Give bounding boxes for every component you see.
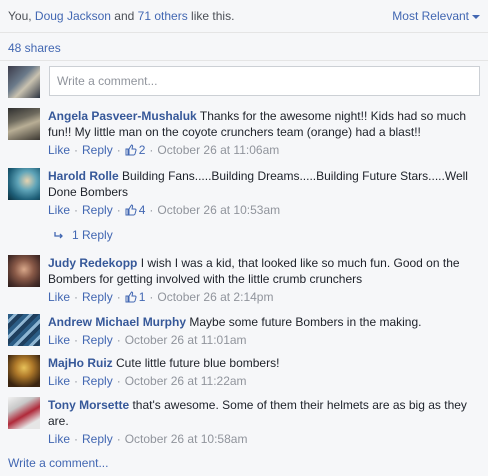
like-button[interactable]: Like	[48, 332, 70, 348]
reactions-summary: You, Doug Jackson and 71 others like thi…	[8, 6, 480, 26]
like-button[interactable]: Like	[48, 289, 70, 305]
comment-body: MajHo Ruiz Cute little future blue bombe…	[48, 355, 480, 389]
others-link[interactable]: 71 others	[138, 9, 188, 23]
likes-text: You, Doug Jackson and 71 others like thi…	[8, 9, 235, 23]
comment-actions: Like · Reply · 4 · October 26 at 10:53am	[48, 202, 281, 218]
comment-author[interactable]: Judy Redekopp	[48, 256, 137, 270]
avatar[interactable]	[8, 355, 40, 387]
comment-text: Maybe some future Bombers in the making.	[189, 315, 422, 329]
comment-body: Harold Rolle Building Fans.....Building …	[48, 168, 480, 218]
comment-timestamp[interactable]: October 26 at 10:53am	[157, 202, 280, 218]
thumbs-up-icon	[125, 291, 137, 303]
comment-body: Angela Pasveer-Mushaluk Thanks for the a…	[48, 108, 480, 158]
comment-body: Tony Morsette that's awesome. Some of th…	[48, 397, 480, 447]
chevron-down-icon	[472, 15, 480, 19]
avatar	[8, 66, 40, 98]
comment-timestamp[interactable]: October 26 at 11:06am	[157, 142, 279, 158]
comment: MajHo Ruiz Cute little future blue bombe…	[8, 355, 480, 389]
divider	[0, 32, 488, 33]
reply-button[interactable]: Reply	[82, 289, 113, 305]
comment-author[interactable]: MajHo Ruiz	[48, 356, 113, 370]
comment-author[interactable]: Tony Morsette	[48, 398, 129, 412]
comment-actions: Like · Reply · 2 · October 26 at 11:06am	[48, 142, 280, 158]
thumbs-up-icon	[125, 144, 137, 156]
comment-actions: Like · Reply · 1 · October 26 at 2:14pm	[48, 289, 274, 305]
comment-timestamp[interactable]: October 26 at 2:14pm	[157, 289, 273, 305]
comment-timestamp[interactable]: October 26 at 11:01am	[125, 332, 247, 348]
comment-author[interactable]: Angela Pasveer-Mushaluk	[48, 109, 197, 123]
comment-timestamp[interactable]: October 26 at 11:22am	[125, 373, 247, 389]
comment-author[interactable]: Andrew Michael Murphy	[48, 315, 186, 329]
write-comment-link[interactable]: Write a comment...	[8, 456, 108, 470]
divider	[0, 60, 488, 61]
comment: Angela Pasveer-Mushaluk Thanks for the a…	[8, 108, 480, 158]
view-replies-link[interactable]: 1 Reply	[54, 228, 113, 242]
like-button[interactable]: Like	[48, 202, 70, 218]
like-count[interactable]: 2	[125, 142, 145, 158]
comment-input[interactable]: Write a comment...	[49, 66, 480, 96]
avatar[interactable]	[8, 255, 40, 287]
like-button[interactable]: Like	[48, 373, 70, 389]
comment: Andrew Michael Murphy Maybe some future …	[8, 314, 480, 348]
like-count[interactable]: 4	[125, 202, 145, 218]
avatar[interactable]	[8, 397, 40, 429]
like-button[interactable]: Like	[48, 142, 70, 158]
comment-timestamp[interactable]: October 26 at 10:58am	[125, 431, 248, 447]
comment-body: Andrew Michael Murphy Maybe some future …	[48, 314, 480, 348]
comment-text: Cute little future blue bombers!	[116, 356, 280, 370]
comment-body: Judy Redekopp I wish I was a kid, that l…	[48, 255, 480, 305]
comment-actions: Like · Reply · October 26 at 11:22am	[48, 373, 247, 389]
avatar[interactable]	[8, 168, 40, 200]
like-count[interactable]: 1	[125, 289, 145, 305]
comment-composer: Write a comment...	[8, 66, 480, 98]
reply-button[interactable]: Reply	[82, 332, 113, 348]
avatar[interactable]	[8, 108, 40, 140]
reply-button[interactable]: Reply	[82, 142, 113, 158]
liker-link[interactable]: Doug Jackson	[35, 9, 111, 23]
comment-actions: Like · Reply · October 26 at 11:01am	[48, 332, 247, 348]
reply-button[interactable]: Reply	[82, 431, 113, 447]
comment: Harold Rolle Building Fans.....Building …	[8, 168, 480, 218]
comment: Judy Redekopp I wish I was a kid, that l…	[8, 255, 480, 305]
avatar[interactable]	[8, 314, 40, 346]
thumbs-up-icon	[125, 204, 137, 216]
sort-dropdown[interactable]: Most Relevant	[392, 9, 480, 23]
like-button[interactable]: Like	[48, 431, 70, 447]
sort-label: Most Relevant	[392, 9, 469, 23]
comment: Tony Morsette that's awesome. Some of th…	[8, 397, 480, 447]
comment-actions: Like · Reply · October 26 at 10:58am	[48, 431, 248, 447]
reply-button[interactable]: Reply	[82, 202, 113, 218]
shares-link[interactable]: 48 shares	[8, 41, 61, 55]
reply-button[interactable]: Reply	[82, 373, 113, 389]
reply-arrow-icon	[54, 232, 63, 239]
comment-author[interactable]: Harold Rolle	[48, 169, 119, 183]
